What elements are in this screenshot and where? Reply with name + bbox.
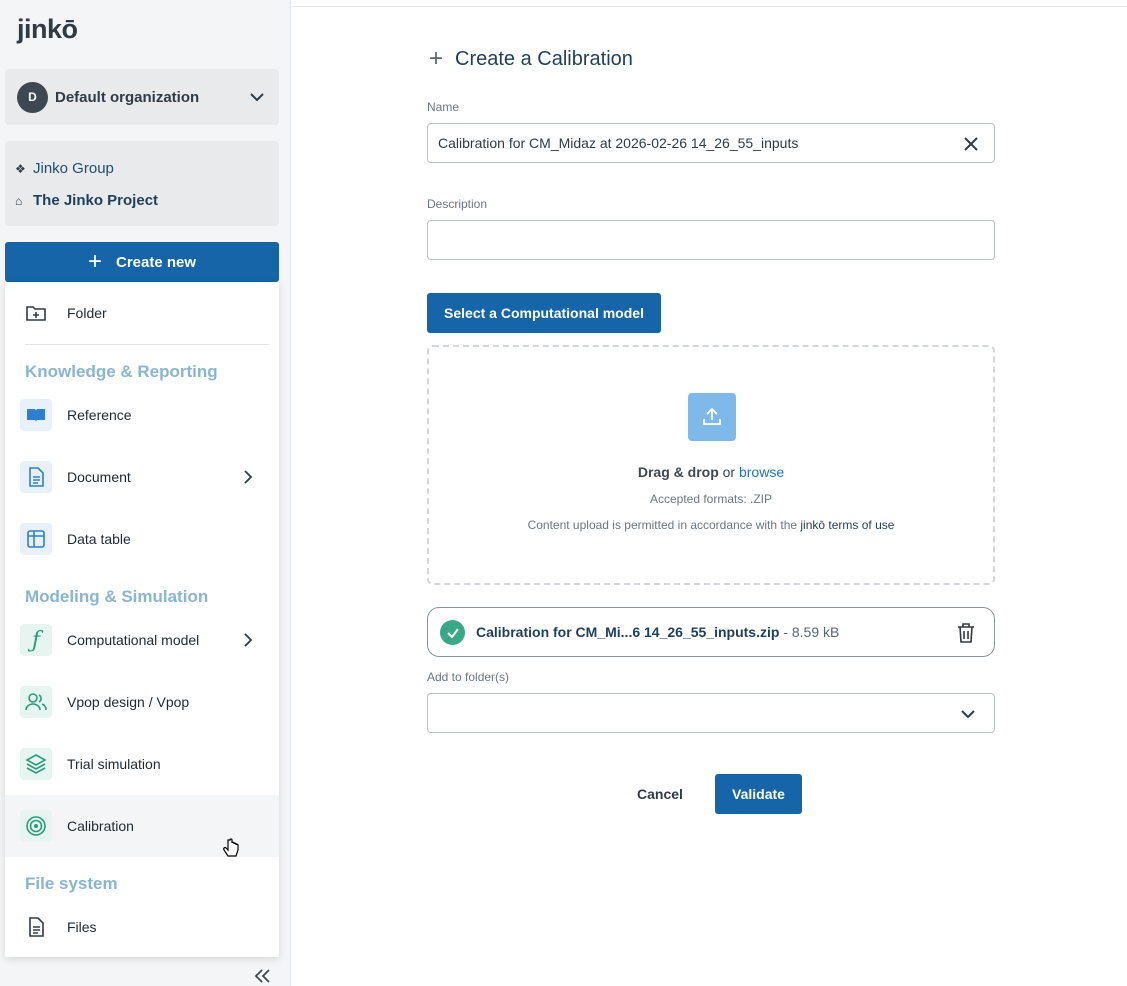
folders-label: Add to folder(s) — [427, 670, 510, 684]
name-field[interactable]: Calibration for CM_Midaz at 2026-02-26 1… — [427, 123, 995, 163]
menu-item-label: Trial simulation — [67, 756, 161, 772]
drag-drop-text: Drag & drop — [637, 464, 719, 480]
org-avatar: D — [17, 81, 48, 113]
menu-item-label: Reference — [67, 407, 132, 423]
menu-item-label: Document — [67, 469, 131, 485]
check-circle-icon — [440, 620, 465, 645]
validate-button[interactable]: Validate — [715, 774, 802, 814]
book-icon — [20, 399, 52, 431]
chevron-down-icon — [250, 93, 264, 102]
document-icon — [20, 461, 52, 493]
project-name-label: The Jinko Project — [33, 192, 159, 209]
file-size: - 8.59 kB — [779, 624, 840, 640]
menu-item-computational-model[interactable]: ƒ Computational model — [5, 609, 279, 671]
accepted-formats: Accepted formats: .ZIP — [649, 492, 773, 506]
chevron-right-icon — [244, 633, 253, 647]
menu-item-label: Vpop design / Vpop — [67, 694, 190, 710]
collapse-sidebar-icon[interactable] — [253, 967, 273, 985]
menu-item-data-table[interactable]: Data table — [5, 508, 279, 570]
menu-item-reference[interactable]: Reference — [5, 384, 279, 446]
menu-item-label: Folder — [67, 305, 107, 321]
project-link[interactable]: ⌂ The Jinko Project — [15, 192, 158, 209]
menu-divider — [25, 344, 269, 345]
layers-icon — [20, 748, 52, 780]
hand-cursor-icon — [223, 838, 239, 857]
chevron-down-icon — [961, 710, 975, 719]
menu-item-label: Files — [67, 919, 97, 935]
folder-select[interactable] — [427, 693, 995, 733]
folder-plus-icon — [20, 297, 52, 329]
menu-item-label: Computational model — [67, 632, 200, 648]
create-new-label: Create new — [115, 253, 197, 271]
section-modeling-simulation: Modeling & Simulation — [25, 587, 209, 606]
target-icon — [20, 810, 52, 842]
menu-item-trial-simulation[interactable]: Trial simulation — [5, 733, 279, 795]
upload-dropzone[interactable]: Drag & drop or browse Accepted formats: … — [427, 345, 995, 585]
project-breadcrumb: ❖ Jinko Group ⌂ The Jinko Project — [5, 141, 279, 226]
project-group-label: Jinko Group — [33, 160, 114, 177]
terms-link[interactable]: jinkō terms of use — [800, 518, 894, 532]
main-panel: + Create a Calibration Name Calibration … — [292, 6, 1127, 986]
organization-selector[interactable]: D Default organization — [5, 69, 279, 125]
group-icon: ❖ — [15, 161, 26, 176]
plus-icon: + — [429, 45, 444, 72]
terms-prefix: Content upload is permitted in accordanc… — [527, 518, 801, 532]
menu-item-label: Calibration — [67, 818, 134, 834]
trash-icon[interactable] — [956, 622, 976, 644]
select-computational-model-button[interactable]: Select a Computational model — [427, 293, 661, 333]
menu-item-files[interactable]: Files — [5, 896, 279, 958]
home-icon: ⌂ — [15, 193, 23, 208]
cancel-button[interactable]: Cancel — [625, 774, 695, 814]
terms-notice: Content upload is permitted in accordanc… — [429, 518, 993, 532]
section-knowledge-reporting: Knowledge & Reporting — [25, 362, 218, 381]
menu-item-vpop[interactable]: Vpop design / Vpop — [5, 671, 279, 733]
section-file-system: File system — [25, 874, 118, 893]
page-title-text: Create a Calibration — [455, 47, 633, 70]
name-label: Name — [427, 100, 460, 114]
org-name: Default organization — [55, 88, 200, 106]
create-new-button[interactable]: + Create new — [5, 242, 279, 282]
browse-link[interactable]: browse — [739, 464, 784, 480]
or-text: or — [718, 464, 739, 480]
menu-item-label: Data table — [67, 531, 131, 547]
uploaded-file: Calibration for CM_Mi...6 14_26_55_input… — [427, 607, 995, 657]
users-icon — [20, 686, 52, 718]
name-value: Calibration for CM_Midaz at 2026-02-26 1… — [438, 135, 799, 151]
menu-item-document[interactable]: Document — [5, 446, 279, 508]
function-icon: ƒ — [20, 624, 52, 656]
menu-item-folder[interactable]: Folder — [5, 282, 279, 344]
clear-icon[interactable] — [962, 135, 980, 153]
table-icon — [20, 523, 52, 555]
file-icon — [20, 911, 52, 943]
description-label: Description — [427, 197, 488, 211]
description-field[interactable] — [427, 220, 995, 260]
plus-icon: + — [87, 248, 102, 275]
sidebar: jinkō D Default organization ❖ Jinko Gro… — [0, 0, 291, 986]
file-name: Calibration for CM_Mi...6 14_26_55_input… — [476, 624, 839, 640]
file-name-text: Calibration for CM_Mi...6 14_26_55_input… — [476, 624, 780, 640]
page-title: + Create a Calibration — [429, 47, 633, 71]
dropzone-instructions: Drag & drop or browse — [429, 464, 993, 480]
project-group-link[interactable]: ❖ Jinko Group — [15, 160, 114, 177]
upload-icon — [688, 393, 736, 441]
jinko-logo[interactable]: jinkō — [17, 14, 78, 45]
chevron-right-icon — [244, 470, 253, 484]
